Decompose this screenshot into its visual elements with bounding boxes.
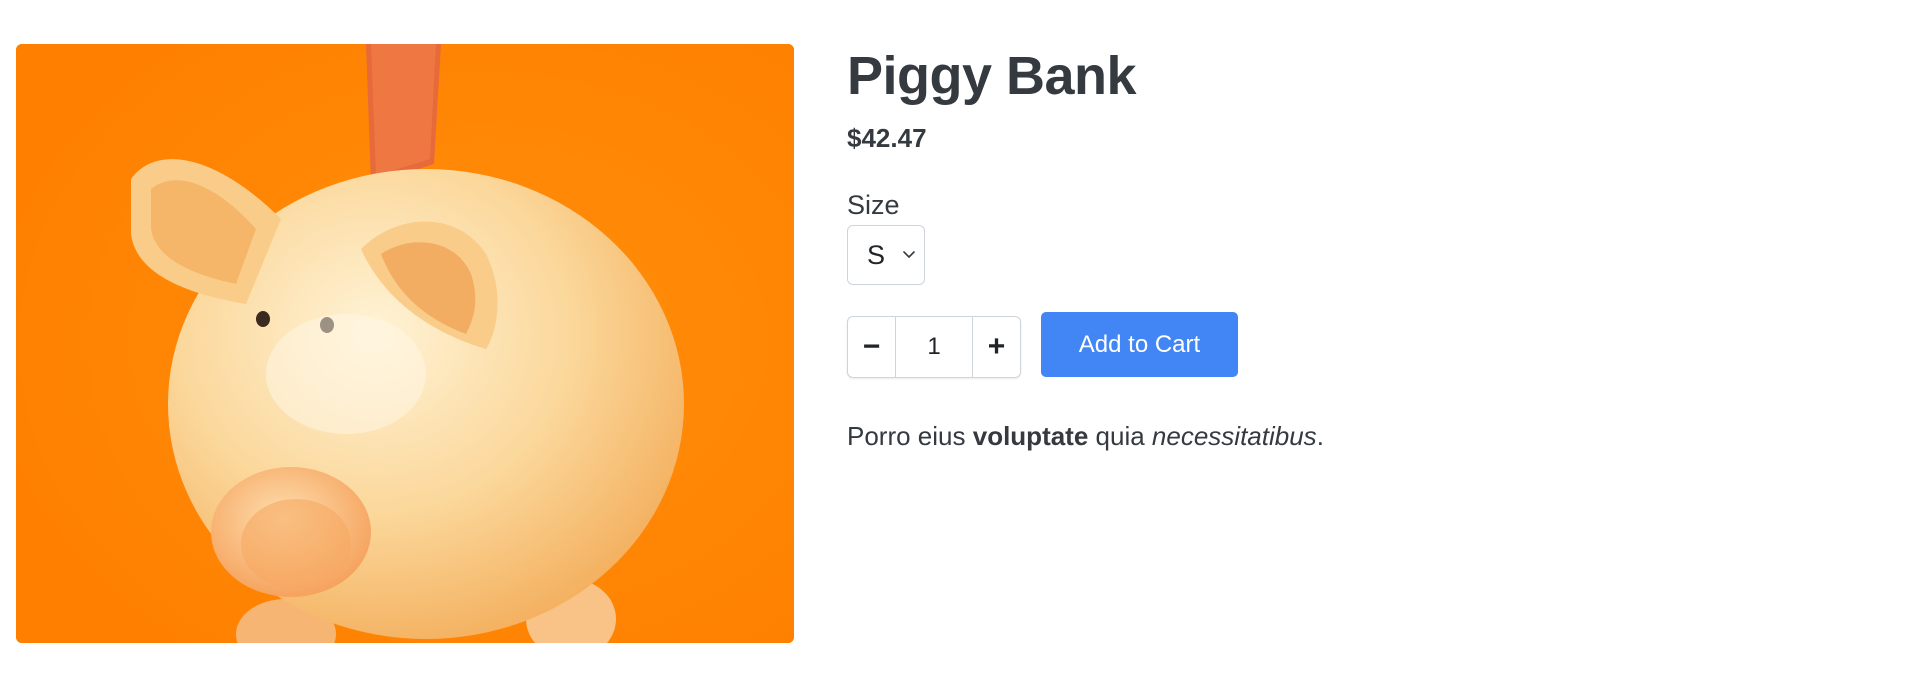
product-title: Piggy Bank (847, 46, 1137, 106)
piggy-bank-illustration (16, 44, 794, 643)
description-text: . (1316, 421, 1324, 451)
product-price: $42.47 (847, 123, 927, 153)
description-italic: necessitatibus (1151, 421, 1317, 451)
quantity-stepper: − 1 + (847, 316, 1021, 378)
add-to-cart-button[interactable]: Add to Cart (1041, 312, 1238, 377)
product-description: Porro eius voluptate quia necessitatibus… (847, 419, 1324, 453)
description-text: quia (1088, 421, 1152, 451)
description-bold: voluptate (972, 421, 1089, 451)
chevron-down-icon (903, 251, 915, 258)
size-select[interactable]: S (847, 225, 925, 285)
description-text: Porro eius (847, 421, 973, 451)
decrement-button[interactable]: − (848, 317, 896, 377)
size-selected-value: S (867, 239, 886, 270)
product-image (16, 44, 794, 643)
quantity-input[interactable]: 1 (896, 317, 972, 377)
increment-button[interactable]: + (972, 317, 1020, 377)
size-label: Size (847, 190, 900, 220)
